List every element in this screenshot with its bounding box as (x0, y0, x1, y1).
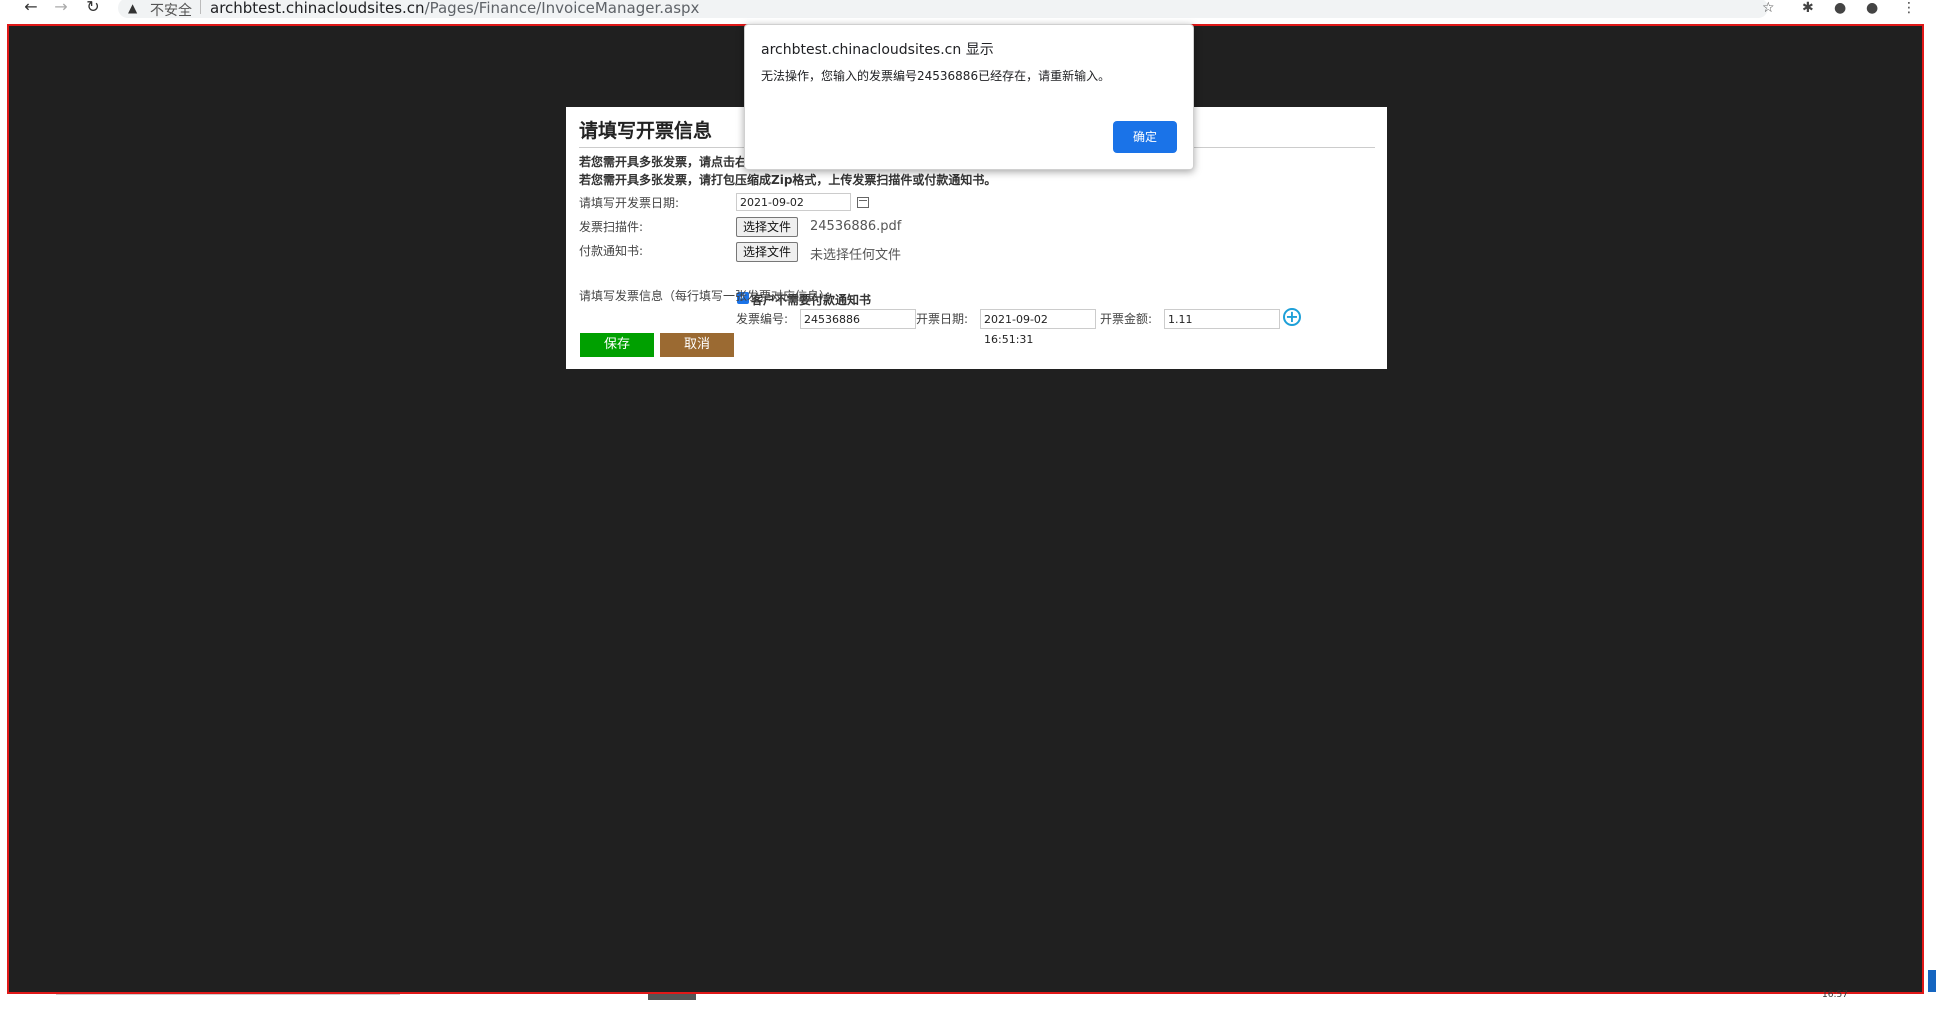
add-row-icon[interactable]: + (1283, 308, 1301, 326)
scan-label: 发票扫描件: (579, 220, 644, 234)
scan-choose-file-button[interactable]: 选择文件 (736, 217, 799, 237)
dialog-message: 无法操作，您输入的发票编号24536886已经存在，请重新输入。 (761, 69, 1111, 83)
invoice-info-label: 请填写发票信息（每行填写一张发票对应信息）： (579, 289, 838, 303)
notice-label: 付款通知书: (579, 244, 644, 258)
profile-icon[interactable]: ● (1834, 0, 1846, 16)
taskbar-clock: 16:57 (1822, 990, 1848, 1000)
tip-line-2: 若您需开具多张发票，请打包压缩成Zip格式，上传发票扫描件或付款通知书。 (579, 173, 997, 187)
scan-file-name: 24536886.pdf (810, 219, 902, 234)
taskbar-app-indicator[interactable] (648, 994, 696, 1000)
taskbar-notification-strip (1928, 970, 1936, 992)
alert-dialog: archbtest.chinacloudsites.cn 显示 无法操作，您输入… (744, 24, 1194, 170)
address-text[interactable]: archbtest.chinacloudsites.cn/Pages/Finan… (210, 0, 699, 17)
invoice-date-input[interactable]: 2021-09-02 (736, 193, 851, 211)
taskbar-app-tile[interactable] (56, 994, 400, 1003)
address-separator (200, 0, 201, 14)
dialog-ok-button[interactable]: 确定 (1113, 121, 1177, 153)
save-button[interactable]: 保存 (580, 333, 654, 357)
cancel-button[interactable]: 取消 (660, 333, 734, 357)
invoice-no-label: 发票编号: (736, 312, 789, 326)
browser-toolbar: ← → ↻ ▲ 不安全 archbtest.chinacloudsites.cn… (0, 0, 1936, 22)
extensions-icon[interactable]: ✱ (1802, 0, 1814, 16)
address-host: archbtest.chinacloudsites.cn (210, 0, 425, 17)
reload-icon[interactable]: ↻ (82, 0, 104, 16)
insecure-label[interactable]: 不安全 (150, 0, 192, 20)
back-icon[interactable]: ← (20, 0, 42, 16)
notice-choose-file-button[interactable]: 选择文件 (736, 242, 799, 262)
date-label: 请填写开发票日期: (579, 196, 680, 210)
dialog-title: archbtest.chinacloudsites.cn 显示 (761, 42, 994, 58)
browser-menu-icon[interactable]: ⋮ (1902, 0, 1916, 16)
calendar-icon[interactable] (857, 197, 869, 208)
forward-icon[interactable]: → (50, 0, 72, 16)
taskbar: 16:57 (0, 970, 1936, 1019)
account-icon[interactable]: ● (1866, 0, 1878, 16)
invoice-datetime-input[interactable]: 2021-09-02 16:51:31 (980, 309, 1096, 346)
address-path: /Pages/Finance/InvoiceManager.aspx (424, 0, 700, 17)
invoice-no-input[interactable]: 24536886 (800, 309, 916, 329)
form-title: 请填写开票信息 (579, 120, 713, 142)
address-bar[interactable]: ▲ 不安全 archbtest.chinacloudsites.cn/Pages… (118, 0, 1768, 20)
warning-icon[interactable]: ▲ (128, 1, 137, 15)
invoice-date-label: 开票日期: (916, 312, 969, 326)
bookmark-star-icon[interactable]: ☆ (1762, 0, 1775, 16)
tip-line-1: 若您需开具多张发票，请点击右 (579, 155, 748, 169)
amount-label: 开票金额: (1100, 312, 1153, 326)
notice-file-name: 未选择任何文件 (810, 248, 902, 263)
amount-input[interactable]: 1.11 (1164, 309, 1280, 329)
